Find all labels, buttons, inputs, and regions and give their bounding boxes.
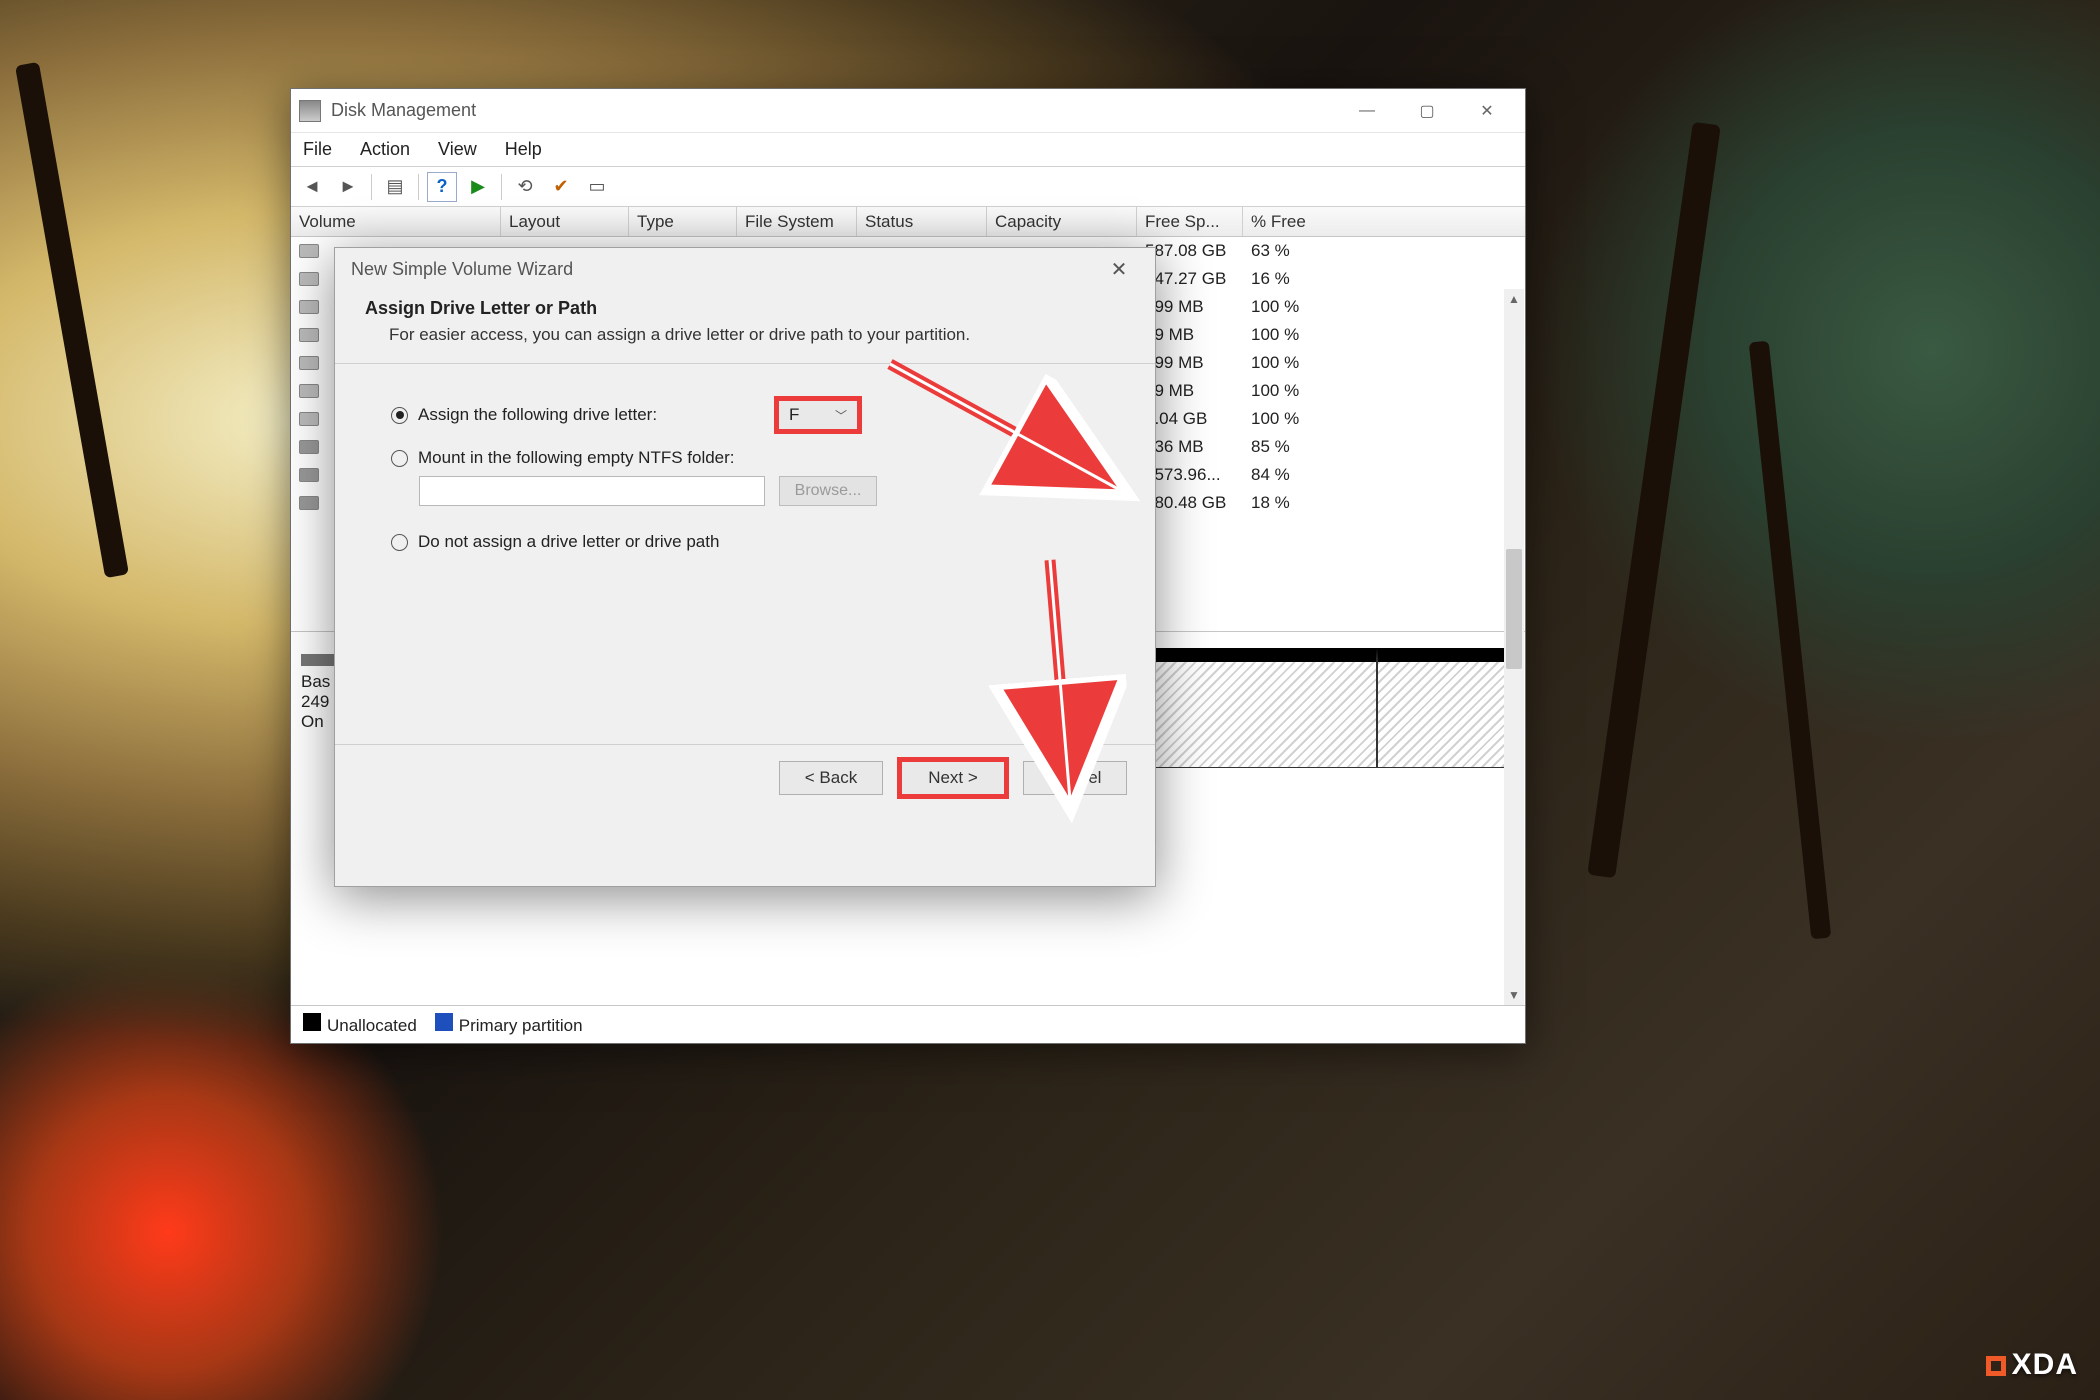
browse-button[interactable]: Browse...	[779, 476, 877, 506]
ntfs-folder-input[interactable]	[419, 476, 765, 506]
drive-letter-select[interactable]: F ﹀	[778, 400, 858, 430]
window-title: Disk Management	[331, 100, 1337, 121]
drive-letter-value: F	[789, 405, 799, 425]
legend: Unallocated Primary partition	[291, 1005, 1525, 1043]
chevron-down-icon: ﹀	[835, 407, 847, 424]
col-volume[interactable]: Volume	[291, 207, 501, 236]
col-pctfree[interactable]: % Free	[1243, 207, 1393, 236]
new-simple-volume-wizard: New Simple Volume Wizard ✕ Assign Drive …	[334, 247, 1156, 887]
col-capacity[interactable]: Capacity	[987, 207, 1137, 236]
menu-help[interactable]: Help	[505, 139, 542, 160]
wizard-title: New Simple Volume Wizard	[351, 259, 573, 280]
forward-icon[interactable]: ►	[333, 172, 363, 202]
legend-primary: Primary partition	[459, 1016, 583, 1035]
col-layout[interactable]: Layout	[501, 207, 629, 236]
radio-assign-letter[interactable]	[391, 407, 408, 424]
menu-view[interactable]: View	[438, 139, 477, 160]
help-icon[interactable]: ?	[427, 172, 457, 202]
col-freespace[interactable]: Free Sp...	[1137, 207, 1243, 236]
vertical-scrollbar[interactable]: ▲ ▼	[1504, 289, 1524, 1005]
maximize-button[interactable]: ▢	[1397, 91, 1457, 131]
volume-columns-header: Volume Layout Type File System Status Ca…	[291, 207, 1525, 237]
next-button[interactable]: Next >	[901, 761, 1005, 795]
refresh-icon[interactable]: ⟲	[510, 172, 540, 202]
menu-file[interactable]: File	[303, 139, 332, 160]
watermark: XDA	[1986, 1348, 2078, 1382]
radio-mount-folder-label: Mount in the following empty NTFS folder…	[418, 448, 735, 468]
play-icon[interactable]: ▶	[463, 172, 493, 202]
scrollbar-thumb[interactable]	[1506, 549, 1522, 669]
app-icon	[299, 100, 321, 122]
radio-no-letter[interactable]	[391, 534, 408, 551]
radio-no-letter-label: Do not assign a drive letter or drive pa…	[418, 532, 719, 552]
cancel-button[interactable]: Cancel	[1023, 761, 1127, 795]
close-button[interactable]: ✕	[1457, 91, 1517, 131]
menubar: File Action View Help	[291, 133, 1525, 167]
col-status[interactable]: Status	[857, 207, 987, 236]
menu-action[interactable]: Action	[360, 139, 410, 160]
close-icon[interactable]: ✕	[1099, 257, 1139, 282]
radio-mount-folder[interactable]	[391, 450, 408, 467]
col-type[interactable]: Type	[629, 207, 737, 236]
check-icon[interactable]: ✔	[546, 172, 576, 202]
wizard-subheading: For easier access, you can assign a driv…	[389, 325, 1127, 345]
properties-icon[interactable]: ▭	[582, 172, 612, 202]
col-filesystem[interactable]: File System	[737, 207, 857, 236]
partition-unallocated[interactable]	[1377, 648, 1515, 768]
back-button[interactable]: < Back	[779, 761, 883, 795]
toolbar: ◄ ► ▤ ? ▶ ⟲ ✔ ▭	[291, 167, 1525, 207]
wizard-heading: Assign Drive Letter or Path	[365, 298, 1127, 319]
legend-unallocated: Unallocated	[327, 1016, 417, 1035]
titlebar[interactable]: Disk Management — ▢ ✕	[291, 89, 1525, 133]
list-icon[interactable]: ▤	[380, 172, 410, 202]
minimize-button[interactable]: —	[1337, 91, 1397, 131]
back-icon[interactable]: ◄	[297, 172, 327, 202]
radio-assign-letter-label: Assign the following drive letter:	[418, 405, 768, 425]
wizard-titlebar[interactable]: New Simple Volume Wizard ✕	[335, 248, 1155, 290]
